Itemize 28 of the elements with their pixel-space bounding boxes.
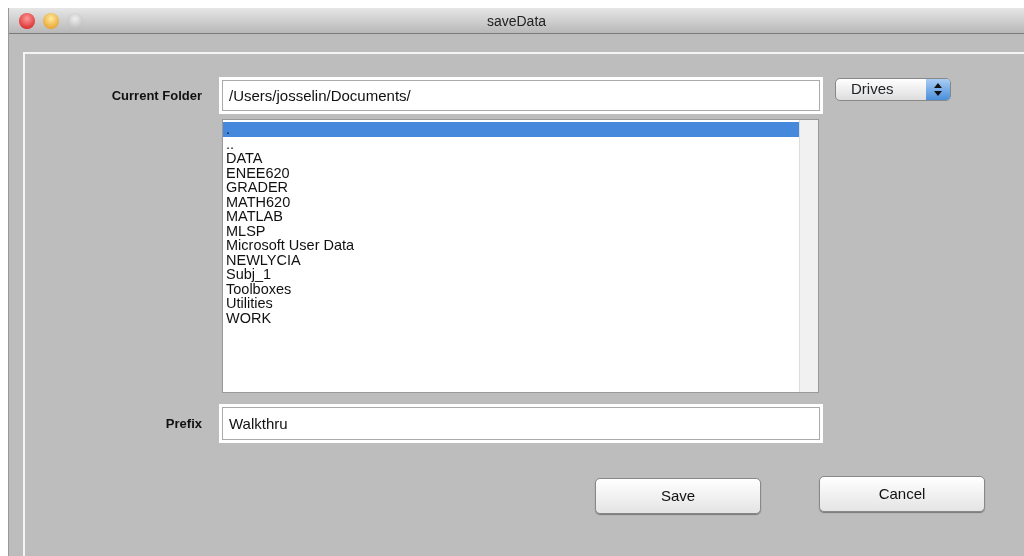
scrollbar[interactable] (799, 120, 818, 392)
stepper-icon (934, 83, 942, 96)
current-folder-field[interactable]: /Users/josselin/Documents/ (222, 80, 820, 111)
prefix-field[interactable]: Walkthru (222, 407, 820, 440)
close-button[interactable] (19, 13, 35, 29)
window-title: saveData (486, 13, 547, 29)
folder-item[interactable]: Microsoft User Data (223, 238, 799, 253)
drives-dropdown[interactable]: Drives (835, 78, 951, 101)
folder-item[interactable]: . (223, 122, 799, 137)
folder-item[interactable]: MATLAB (223, 209, 799, 224)
folder-item[interactable]: DATA (223, 151, 799, 166)
folder-item[interactable]: MATH620 (223, 194, 799, 209)
folder-item[interactable]: Subj_1 (223, 267, 799, 282)
minimize-button[interactable] (43, 13, 59, 29)
folder-item[interactable]: Toolboxes (223, 281, 799, 296)
folder-item[interactable]: MLSP (223, 223, 799, 238)
folder-item[interactable]: NEWLYCIA (223, 252, 799, 267)
save-button[interactable]: Save (595, 478, 761, 514)
folder-item[interactable]: WORK (223, 310, 799, 325)
folder-list[interactable]: . .. DATA ENEE620 GRADER MATH620 MATLAB MLSP Microsoft User Data NEWLYCIA Subj_1 Toolboxes Utilities WORK (222, 119, 819, 393)
field-label: Current Folder (111, 87, 202, 103)
folder-item[interactable]: GRADER (223, 180, 799, 195)
folder-item[interactable]: .. (223, 136, 799, 151)
folder-item[interactable]: ENEE620 (223, 165, 799, 180)
cancel-button[interactable]: Cancel (819, 476, 985, 512)
folder-item[interactable]: Utilities (223, 296, 799, 311)
zoom-button[interactable] (67, 13, 83, 29)
field-label: Prefix (165, 415, 202, 431)
